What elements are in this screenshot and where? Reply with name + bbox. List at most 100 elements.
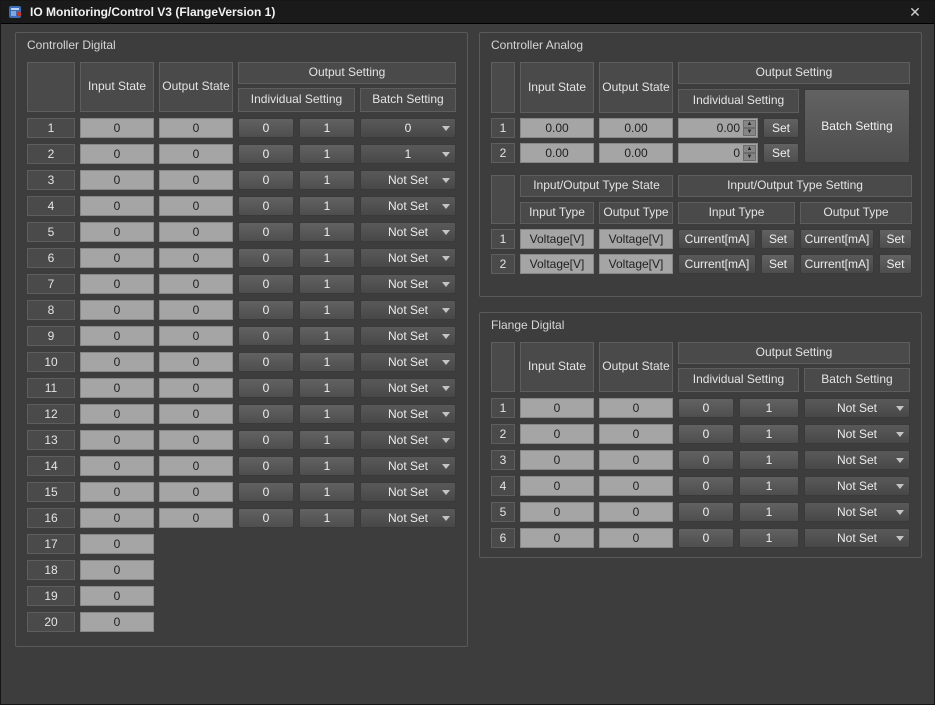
output-type-select[interactable]: Current[mA] bbox=[800, 254, 874, 274]
output-0-button[interactable]: 0 bbox=[238, 274, 294, 294]
close-button[interactable]: ✕ bbox=[904, 5, 926, 19]
output-state-value: 0 bbox=[159, 352, 233, 372]
input-state-value: 0 bbox=[520, 450, 594, 470]
output-1-button[interactable]: 1 bbox=[299, 352, 355, 372]
batch-setting-select[interactable]: Not Set bbox=[360, 482, 456, 502]
output-0-button[interactable]: 0 bbox=[238, 144, 294, 164]
output-1-button[interactable]: 1 bbox=[739, 450, 799, 470]
output-0-button[interactable]: 0 bbox=[238, 326, 294, 346]
batch-setting-select[interactable]: Not Set bbox=[804, 476, 910, 496]
output-1-button[interactable]: 1 bbox=[299, 456, 355, 476]
batch-setting-select[interactable]: 0 bbox=[360, 118, 456, 138]
output-1-button[interactable]: 1 bbox=[299, 222, 355, 242]
panel-title: Flange Digital bbox=[491, 318, 910, 333]
batch-setting-select[interactable]: Not Set bbox=[360, 248, 456, 268]
output-1-button[interactable]: 1 bbox=[299, 404, 355, 424]
output-0-button[interactable]: 0 bbox=[238, 196, 294, 216]
set-button[interactable]: Set bbox=[763, 118, 799, 138]
input-type-header: Input Type bbox=[520, 202, 594, 224]
output-0-button[interactable]: 0 bbox=[238, 404, 294, 424]
input-type-select[interactable]: Current[mA] bbox=[678, 229, 756, 249]
output-1-button[interactable]: 1 bbox=[299, 170, 355, 190]
output-0-button[interactable]: 0 bbox=[678, 450, 734, 470]
batch-setting-select[interactable]: Not Set bbox=[804, 424, 910, 444]
batch-setting-select[interactable]: Not Set bbox=[360, 222, 456, 242]
batch-setting-select[interactable]: Not Set bbox=[360, 508, 456, 528]
output-setting-spinbox[interactable]: 0.00 ▲▼ bbox=[678, 118, 758, 138]
batch-setting-select[interactable]: Not Set bbox=[360, 196, 456, 216]
batch-setting-select[interactable]: Not Set bbox=[360, 170, 456, 190]
output-1-button[interactable]: 1 bbox=[739, 528, 799, 548]
row-index: 13 bbox=[27, 430, 75, 450]
table-row: 80001Not Set bbox=[27, 300, 456, 320]
output-1-button[interactable]: 1 bbox=[739, 476, 799, 496]
batch-setting-select[interactable]: Not Set bbox=[360, 300, 456, 320]
output-state-value: 0 bbox=[159, 248, 233, 268]
output-0-button[interactable]: 0 bbox=[238, 170, 294, 190]
output-0-button[interactable]: 0 bbox=[238, 456, 294, 476]
set-button[interactable]: Set bbox=[761, 229, 795, 249]
chevron-down-icon bbox=[442, 516, 450, 521]
output-setting-header: Output Setting bbox=[678, 342, 910, 364]
output-1-button[interactable]: 1 bbox=[299, 144, 355, 164]
output-1-button[interactable]: 1 bbox=[299, 326, 355, 346]
row-index: 16 bbox=[27, 508, 75, 528]
output-0-button[interactable]: 0 bbox=[678, 476, 734, 496]
output-0-button[interactable]: 0 bbox=[238, 352, 294, 372]
output-0-button[interactable]: 0 bbox=[238, 222, 294, 242]
input-type-select[interactable]: Current[mA] bbox=[678, 254, 756, 274]
batch-setting-select[interactable]: Not Set bbox=[804, 528, 910, 548]
batch-setting-select[interactable]: 1 bbox=[360, 144, 456, 164]
output-setting-spinbox[interactable]: 0 ▲▼ bbox=[678, 143, 758, 163]
output-0-button[interactable]: 0 bbox=[238, 482, 294, 502]
output-0-button[interactable]: 0 bbox=[238, 118, 294, 138]
output-1-button[interactable]: 1 bbox=[299, 508, 355, 528]
batch-setting-button[interactable]: Batch Setting bbox=[804, 89, 910, 163]
batch-setting-select[interactable]: Not Set bbox=[360, 404, 456, 424]
output-1-button[interactable]: 1 bbox=[299, 118, 355, 138]
set-button[interactable]: Set bbox=[879, 254, 912, 274]
output-0-button[interactable]: 0 bbox=[238, 248, 294, 268]
spin-up-icon[interactable]: ▲ bbox=[743, 120, 756, 128]
spin-down-icon[interactable]: ▼ bbox=[743, 128, 756, 136]
output-0-button[interactable]: 0 bbox=[678, 528, 734, 548]
set-button[interactable]: Set bbox=[879, 229, 912, 249]
batch-setting-select[interactable]: Not Set bbox=[360, 326, 456, 346]
batch-setting-select[interactable]: Not Set bbox=[804, 502, 910, 522]
batch-setting-select[interactable]: Not Set bbox=[360, 378, 456, 398]
output-1-button[interactable]: 1 bbox=[299, 378, 355, 398]
output-1-button[interactable]: 1 bbox=[739, 424, 799, 444]
output-type-select[interactable]: Current[mA] bbox=[800, 229, 874, 249]
chevron-down-icon bbox=[896, 458, 904, 463]
batch-setting-select[interactable]: Not Set bbox=[360, 274, 456, 294]
output-0-button[interactable]: 0 bbox=[238, 300, 294, 320]
input-state-value: 0 bbox=[80, 144, 154, 164]
table-row: 100001Not Set bbox=[27, 352, 456, 372]
batch-setting-select[interactable]: Not Set bbox=[360, 430, 456, 450]
panel-title: Controller Digital bbox=[27, 38, 456, 53]
batch-setting-select[interactable]: Not Set bbox=[360, 456, 456, 476]
titlebar[interactable]: IO Monitoring/Control V3 (FlangeVersion … bbox=[1, 1, 934, 24]
output-1-button[interactable]: 1 bbox=[299, 430, 355, 450]
batch-setting-select[interactable]: Not Set bbox=[360, 352, 456, 372]
output-1-button[interactable]: 1 bbox=[299, 196, 355, 216]
spin-up-icon[interactable]: ▲ bbox=[743, 145, 756, 153]
set-button[interactable]: Set bbox=[763, 143, 799, 163]
set-button[interactable]: Set bbox=[761, 254, 795, 274]
output-0-button[interactable]: 0 bbox=[238, 508, 294, 528]
input-state-header: Input State bbox=[80, 62, 154, 112]
output-1-button[interactable]: 1 bbox=[299, 274, 355, 294]
output-1-button[interactable]: 1 bbox=[299, 482, 355, 502]
output-0-button[interactable]: 0 bbox=[678, 398, 734, 418]
output-0-button[interactable]: 0 bbox=[678, 502, 734, 522]
output-1-button[interactable]: 1 bbox=[739, 502, 799, 522]
output-1-button[interactable]: 1 bbox=[299, 248, 355, 268]
batch-setting-select[interactable]: Not Set bbox=[804, 398, 910, 418]
output-0-button[interactable]: 0 bbox=[238, 430, 294, 450]
output-0-button[interactable]: 0 bbox=[678, 424, 734, 444]
output-0-button[interactable]: 0 bbox=[238, 378, 294, 398]
batch-setting-select[interactable]: Not Set bbox=[804, 450, 910, 470]
spin-down-icon[interactable]: ▼ bbox=[743, 153, 756, 161]
output-1-button[interactable]: 1 bbox=[739, 398, 799, 418]
output-1-button[interactable]: 1 bbox=[299, 300, 355, 320]
